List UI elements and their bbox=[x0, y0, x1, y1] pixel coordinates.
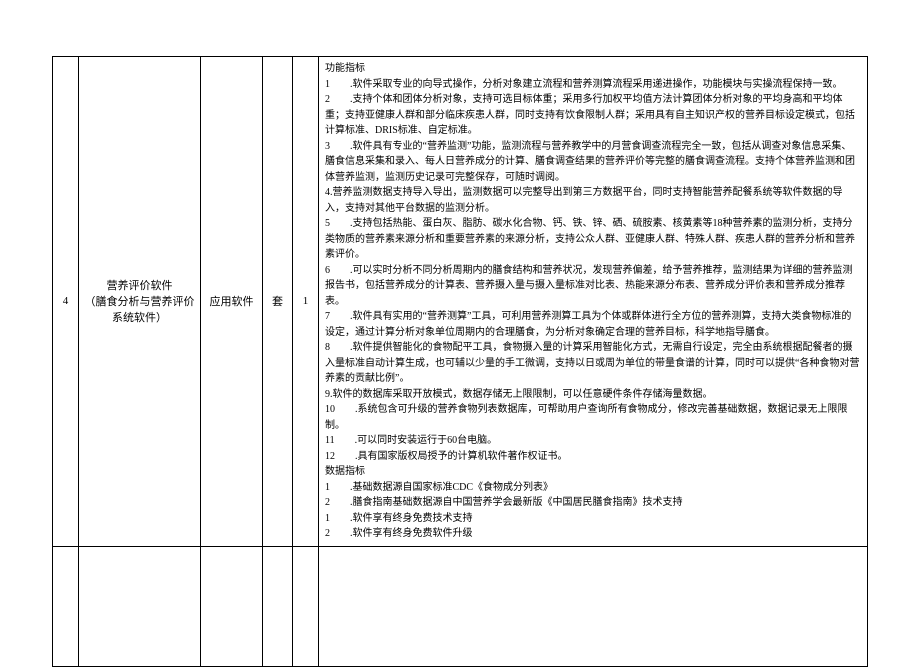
cell-index: 4 bbox=[53, 57, 79, 547]
detail-line: 9.软件的数据库采取开放模式，数据存储无上限限制，可以任意硬件条件存储海量数据。 bbox=[325, 387, 861, 403]
data-line: 2 .膳食指南基础数据源自中国营养学会最新版《中国居民膳食指南》技术支持 bbox=[325, 495, 861, 511]
detail-line: 4.营养监测数据支持导入导出，监测数据可以完整导出到第三方数据平台，同时支持智能… bbox=[325, 185, 861, 216]
empty-cell bbox=[79, 546, 201, 666]
empty-cell bbox=[319, 546, 868, 666]
detail-line: 5 .支持包括热能、蛋白灰、脂肪、碳水化合物、钙、铁、锌、硒、硫胺素、核黄素等1… bbox=[325, 216, 861, 263]
detail-line: 11 .可以同时安装运行于60台电脑。 bbox=[325, 433, 861, 449]
detail-line: 8 .软件提供智能化的食物配平工具，食物摄入量的计算采用智能化方式，无需自行设定… bbox=[325, 340, 861, 387]
table-row: 4 营养评价软件 （膳食分析与营养评价系统软件） 应用软件 套 1 功能指标 1… bbox=[53, 57, 868, 547]
spec-table: 4 营养评价软件 （膳食分析与营养评价系统软件） 应用软件 套 1 功能指标 1… bbox=[52, 56, 868, 667]
cell-unit: 套 bbox=[263, 57, 293, 547]
data-line: 1 .基础数据源自国家标准CDC《食物成分列表》 bbox=[325, 480, 861, 496]
detail-line: 6 .可以实时分析不同分析周期内的膳食结构和营养状况，发现营养偏差，给予营养推荐… bbox=[325, 263, 861, 310]
cell-name: 营养评价软件 （膳食分析与营养评价系统软件） bbox=[79, 57, 201, 547]
data-title: 数据指标 bbox=[325, 464, 861, 480]
detail-line: 3 .软件具有专业的“营养监测”功能，监测流程与营养教学中的月营食调查流程完全一… bbox=[325, 139, 861, 186]
detail-line: 10 .系统包含可升级的营养食物列表数据库，可帮助用户查询所有食物成分，修改完善… bbox=[325, 402, 861, 433]
func-title: 功能指标 bbox=[325, 61, 861, 77]
detail-line: 1 .软件采取专业的向导式操作，分析对象建立流程和营养测算流程采用递进操作，功能… bbox=[325, 77, 861, 93]
data-line: 2 .软件享有终身免费软件升级 bbox=[325, 526, 861, 542]
empty-cell bbox=[201, 546, 263, 666]
detail-line: 12 .具有国家版权局授予的计算机软件著作权证书。 bbox=[325, 449, 861, 465]
detail-line: 7 .软件具有实用的“营养测算”工具，可利用营养测算工具为个体或群体进行全方位的… bbox=[325, 309, 861, 340]
document-page: 4 营养评价软件 （膳食分析与营养评价系统软件） 应用软件 套 1 功能指标 1… bbox=[0, 0, 920, 651]
table-row bbox=[53, 546, 868, 666]
empty-cell bbox=[263, 546, 293, 666]
empty-cell bbox=[53, 546, 79, 666]
cell-details: 功能指标 1 .软件采取专业的向导式操作，分析对象建立流程和营养测算流程采用递进… bbox=[319, 57, 868, 547]
detail-line: 2 .支持个体和团体分析对象，支持可选目标体重；采用多行加权平均值方法计算团体分… bbox=[325, 92, 861, 139]
data-line: 1 .软件享有终身免费技术支持 bbox=[325, 511, 861, 527]
cell-type: 应用软件 bbox=[201, 57, 263, 547]
cell-qty: 1 bbox=[293, 57, 319, 547]
empty-cell bbox=[293, 546, 319, 666]
